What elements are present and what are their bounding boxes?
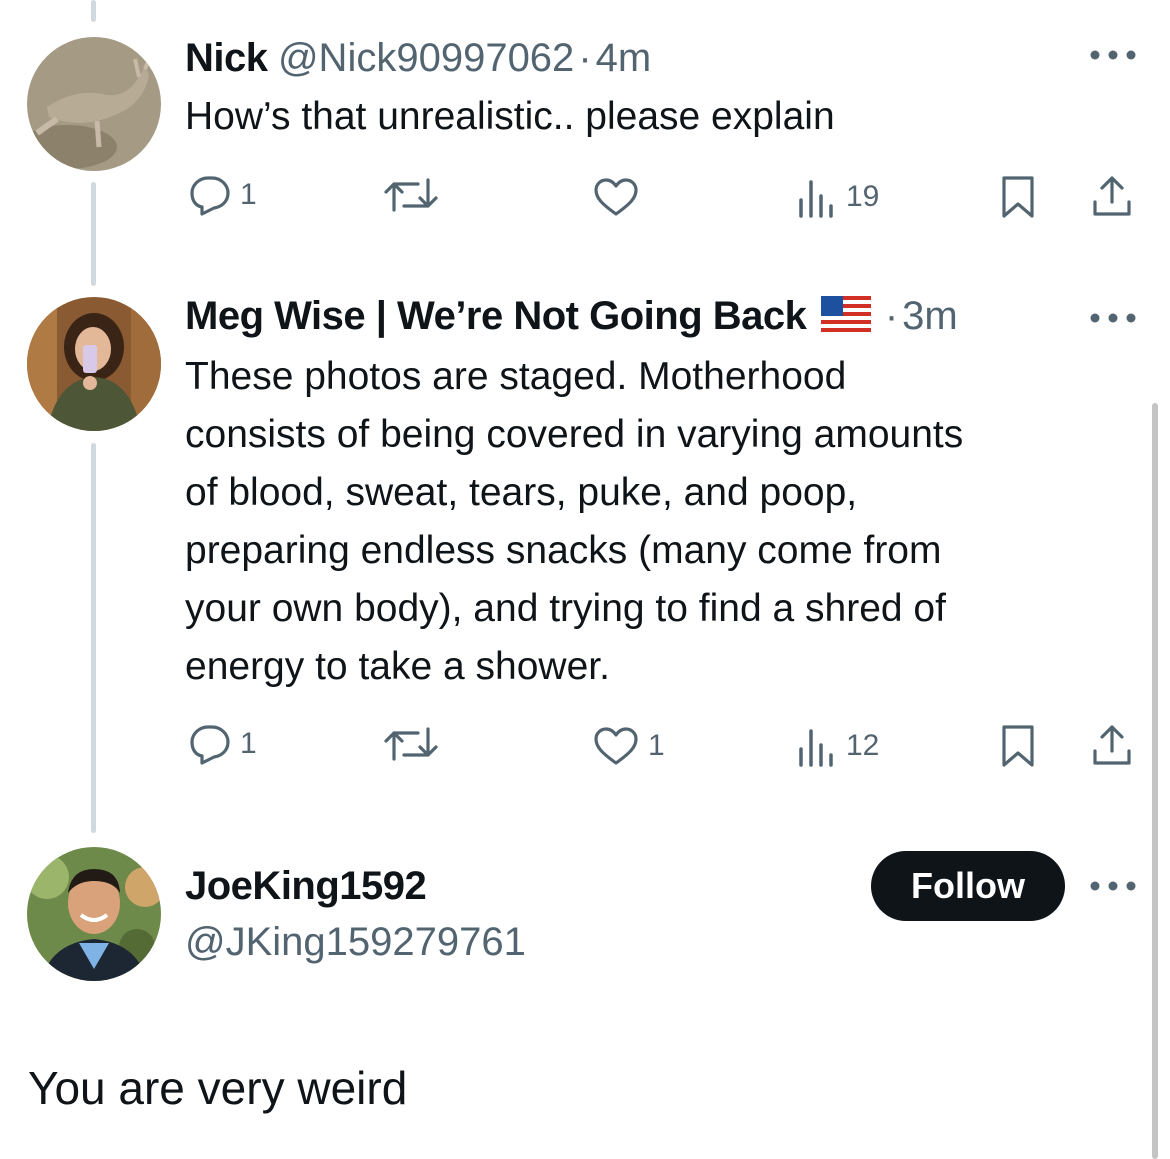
more-options-icon[interactable]	[1087, 878, 1139, 894]
author-name[interactable]: Nick	[185, 36, 268, 80]
follow-button[interactable]: Follow	[871, 851, 1065, 921]
reply-draft-text[interactable]: You are very weird	[28, 1061, 407, 1115]
thread-line-2	[91, 443, 96, 833]
heart-icon	[594, 727, 638, 765]
repost-icon	[384, 178, 438, 212]
text-line: of blood, sweat, tears, puke, and poop,	[185, 471, 858, 514]
text-line: energy to take a shower.	[185, 645, 610, 688]
view-count: 12	[846, 729, 880, 762]
reply-count: 1	[240, 178, 257, 211]
view-count: 19	[846, 180, 880, 213]
profile-name[interactable]: JoeKing1592	[185, 864, 427, 909]
reply-button[interactable]: 1	[188, 174, 257, 216]
meta-separator: ·	[578, 36, 592, 80]
text-line: preparing endless snacks (many come from	[185, 529, 942, 572]
avatar-joeking[interactable]	[27, 847, 161, 981]
meta-separator: ·	[884, 294, 899, 338]
profile-handle[interactable]: @JKing159279761	[185, 920, 526, 965]
thread-line-1	[91, 182, 96, 286]
bookmark-button[interactable]	[998, 174, 1038, 220]
post-header-nick: Nick @Nick90997062 · 4m	[185, 36, 651, 81]
scrollbar[interactable]	[1152, 403, 1158, 1159]
avatar-nick[interactable]	[27, 37, 161, 171]
more-options-icon[interactable]	[1087, 310, 1139, 326]
bookmark-icon	[1002, 176, 1034, 218]
repost-button[interactable]	[382, 176, 440, 214]
views-chart-icon	[799, 180, 833, 218]
share-icon	[1093, 176, 1131, 216]
avatar-meg-wise[interactable]	[27, 297, 161, 431]
post-time[interactable]: 3m	[902, 294, 958, 338]
bookmark-icon	[1002, 725, 1034, 767]
thread-line-top	[91, 0, 96, 22]
repost-icon	[384, 727, 438, 761]
us-flag-icon	[820, 296, 871, 337]
author-name[interactable]: Meg Wise | We’re Not Going Back	[185, 294, 807, 338]
post-header-meg: Meg Wise | We’re Not Going Back · 3m	[185, 294, 958, 339]
reply-icon	[190, 725, 230, 765]
reply-button[interactable]: 1	[188, 723, 257, 765]
like-button[interactable]: 1	[592, 725, 665, 767]
reply-icon	[190, 176, 230, 216]
views-button[interactable]: 19	[796, 176, 879, 218]
like-button[interactable]	[592, 176, 648, 218]
text-line: your own body), and trying to find a shr…	[185, 587, 946, 630]
views-chart-icon	[799, 729, 833, 767]
post-text: These photos are staged. Motherhood cons…	[185, 348, 963, 696]
post-time[interactable]: 4m	[596, 36, 652, 80]
views-button[interactable]: 12	[796, 725, 879, 767]
author-handle[interactable]: @Nick90997062	[278, 36, 574, 80]
more-options-icon[interactable]	[1087, 47, 1139, 63]
reply-count: 1	[240, 727, 257, 760]
text-line: These photos are staged. Motherhood	[185, 355, 847, 398]
like-count: 1	[648, 729, 665, 762]
share-button[interactable]	[1089, 174, 1135, 220]
repost-button[interactable]	[382, 725, 440, 763]
post-text: How’s that unrealistic.. please explain	[185, 95, 835, 138]
heart-icon	[594, 178, 638, 216]
share-button[interactable]	[1089, 723, 1135, 769]
bookmark-button[interactable]	[998, 723, 1038, 769]
share-icon	[1093, 725, 1131, 765]
text-line: consists of being covered in varying amo…	[185, 413, 964, 456]
